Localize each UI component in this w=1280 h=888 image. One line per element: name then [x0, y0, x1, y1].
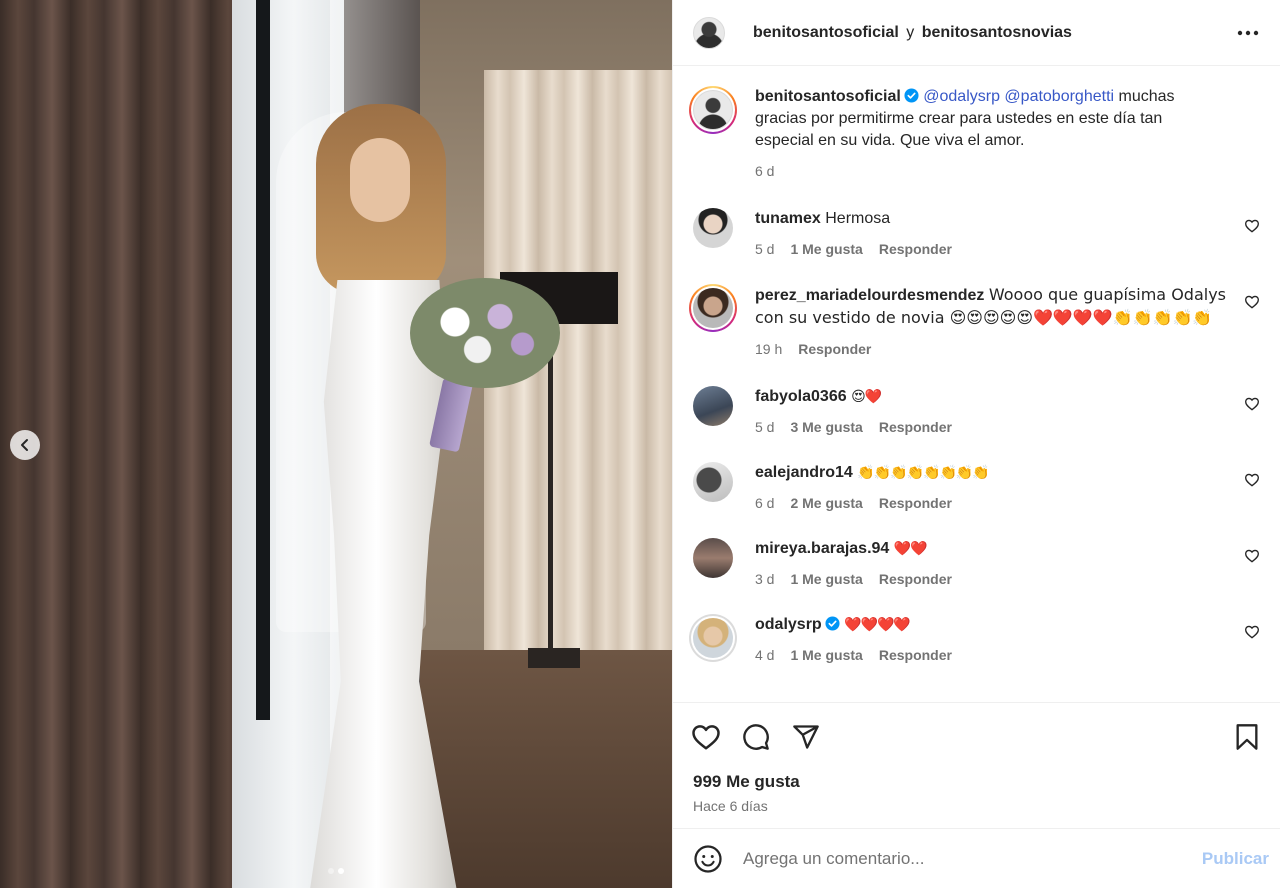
commenter-username[interactable]: ealejandro14: [755, 464, 853, 481]
comment-bubble-icon: [743, 723, 769, 750]
instagram-post-view: benitosantosoficial y benitosantosnovias…: [0, 0, 1280, 888]
post-actions: [673, 702, 1280, 770]
like-comment-heart-icon[interactable]: [1244, 218, 1260, 234]
publish-button[interactable]: Publicar: [1202, 849, 1269, 869]
comment-time[interactable]: 19 h: [755, 338, 782, 360]
window-frame: [256, 0, 270, 720]
comment-likes[interactable]: 1 Me gusta: [790, 568, 862, 590]
mention-link[interactable]: @odalysrp: [923, 88, 1000, 105]
reply-button[interactable]: Responder: [879, 492, 952, 514]
commenter-avatar[interactable]: [693, 462, 733, 502]
commenter-avatar[interactable]: [693, 208, 733, 248]
commenter-username[interactable]: fabyola0366: [755, 388, 847, 405]
likes-count[interactable]: 999 Me gusta: [673, 770, 1280, 792]
commenter-avatar[interactable]: [693, 538, 733, 578]
verified-badge-icon: [904, 88, 919, 103]
commenter-username[interactable]: perez_mariadelourdesmendez: [755, 287, 984, 304]
comment-text: Hermosa: [825, 210, 891, 227]
comment-item: ealejandro14 👏👏👏👏👏👏👏👏 6 d 2 Me gusta Respo…: [689, 462, 1264, 514]
comment-time[interactable]: 5 d: [755, 416, 774, 438]
like-comment-heart-icon[interactable]: [1244, 548, 1260, 564]
comment-text: ❤️❤️❤️❤️: [844, 617, 911, 633]
comment-item: fabyola0366 😍❤️ 5 d 3 Me gusta Responder: [689, 386, 1264, 438]
emoji-icon[interactable]: [693, 844, 723, 874]
post-authors: benitosantosoficial y benitosantosnovias: [753, 24, 1072, 42]
reply-button[interactable]: Responder: [879, 238, 952, 260]
collaborator-username[interactable]: benitosantosnovias: [922, 24, 1072, 41]
lamp-pole: [548, 324, 553, 654]
chevron-left-icon: [21, 439, 28, 451]
post-photo: [0, 0, 672, 888]
reply-button[interactable]: Responder: [798, 338, 871, 360]
commenter-username[interactable]: odalysrp: [755, 616, 822, 633]
comment-item: tunamex Hermosa 5 d 1 Me gusta Responder: [689, 208, 1264, 260]
post-date: Hace 6 días: [693, 798, 768, 814]
comment-text: ❤️❤️: [893, 541, 928, 557]
author-connector: y: [906, 23, 915, 41]
caption-avatar: [693, 90, 733, 130]
reply-button[interactable]: Responder: [879, 644, 952, 666]
caption-username[interactable]: benitosantosoficial: [755, 88, 901, 105]
mention-link[interactable]: @patoborghetti: [1004, 88, 1114, 105]
commenter-avatar-ring[interactable]: [689, 284, 737, 332]
more-options-button[interactable]: [1236, 21, 1260, 45]
like-comment-heart-icon[interactable]: [1244, 294, 1260, 310]
comment-likes[interactable]: 1 Me gusta: [790, 238, 862, 260]
bride-face: [350, 138, 410, 222]
commenter-avatar[interactable]: [693, 386, 733, 426]
post-caption: benitosantosoficial @odalysrp @patoborgh…: [689, 86, 1264, 182]
comment-time[interactable]: 5 d: [755, 238, 774, 260]
comment-item: perez_mariadelourdesmendez Woooo que gua…: [689, 284, 1264, 360]
comment-input[interactable]: [743, 848, 1202, 869]
bookmark-icon: [1236, 723, 1258, 750]
paper-plane-icon: [793, 724, 819, 749]
reply-button[interactable]: Responder: [879, 416, 952, 438]
comment-time[interactable]: 4 d: [755, 644, 774, 666]
like-comment-heart-icon[interactable]: [1244, 472, 1260, 488]
commenter-avatar: [693, 288, 733, 328]
reply-button[interactable]: Responder: [879, 568, 952, 590]
room-floor: [420, 650, 672, 888]
comment-time[interactable]: 6 d: [755, 492, 774, 514]
save-button[interactable]: [1232, 722, 1262, 752]
carousel-dot-active: [338, 868, 344, 874]
more-horizontal-icon: [1237, 30, 1259, 35]
verified-badge-icon: [825, 616, 840, 631]
comment-text: 👏👏👏👏👏👏👏👏: [857, 465, 989, 481]
post-header: benitosantosoficial y benitosantosnovias: [673, 0, 1280, 66]
curtain-left: [0, 0, 268, 888]
comments-list[interactable]: benitosantosoficial @odalysrp @patoborgh…: [673, 66, 1280, 702]
caption-avatar-ring[interactable]: [689, 86, 737, 134]
heart-icon: [692, 724, 720, 749]
add-comment-bar: Publicar: [673, 828, 1280, 888]
comment-likes[interactable]: 2 Me gusta: [790, 492, 862, 514]
share-button[interactable]: [791, 722, 821, 752]
commenter-avatar: [693, 618, 733, 658]
author-username[interactable]: benitosantosoficial: [753, 24, 899, 41]
previous-photo-button[interactable]: [10, 430, 40, 460]
commenter-username[interactable]: mireya.barajas.94: [755, 540, 889, 557]
post-sidebar: benitosantosoficial y benitosantosnovias…: [672, 0, 1280, 888]
comment-button[interactable]: [741, 722, 771, 752]
like-comment-heart-icon[interactable]: [1244, 396, 1260, 412]
like-comment-heart-icon[interactable]: [1244, 624, 1260, 640]
author-avatar[interactable]: [693, 16, 725, 49]
commenter-avatar-ring[interactable]: [689, 614, 737, 662]
caption-time[interactable]: 6 d: [755, 160, 774, 182]
comment-likes[interactable]: 1 Me gusta: [790, 644, 862, 666]
lamp-base: [528, 648, 580, 668]
like-button[interactable]: [691, 722, 721, 752]
comment-item: odalysrp ❤️❤️❤️❤️ 4 d 1 Me gusta Responder: [689, 614, 1264, 666]
comment-likes[interactable]: 3 Me gusta: [790, 416, 862, 438]
carousel-dot: [328, 868, 334, 874]
carousel-dots: [0, 868, 672, 874]
commenter-username[interactable]: tunamex: [755, 210, 821, 227]
comment-time[interactable]: 3 d: [755, 568, 774, 590]
comment-text: 😍❤️: [851, 389, 882, 405]
comment-item: mireya.barajas.94 ❤️❤️ 3 d 1 Me gusta Resp…: [689, 538, 1264, 590]
bridal-bouquet: [410, 278, 560, 388]
